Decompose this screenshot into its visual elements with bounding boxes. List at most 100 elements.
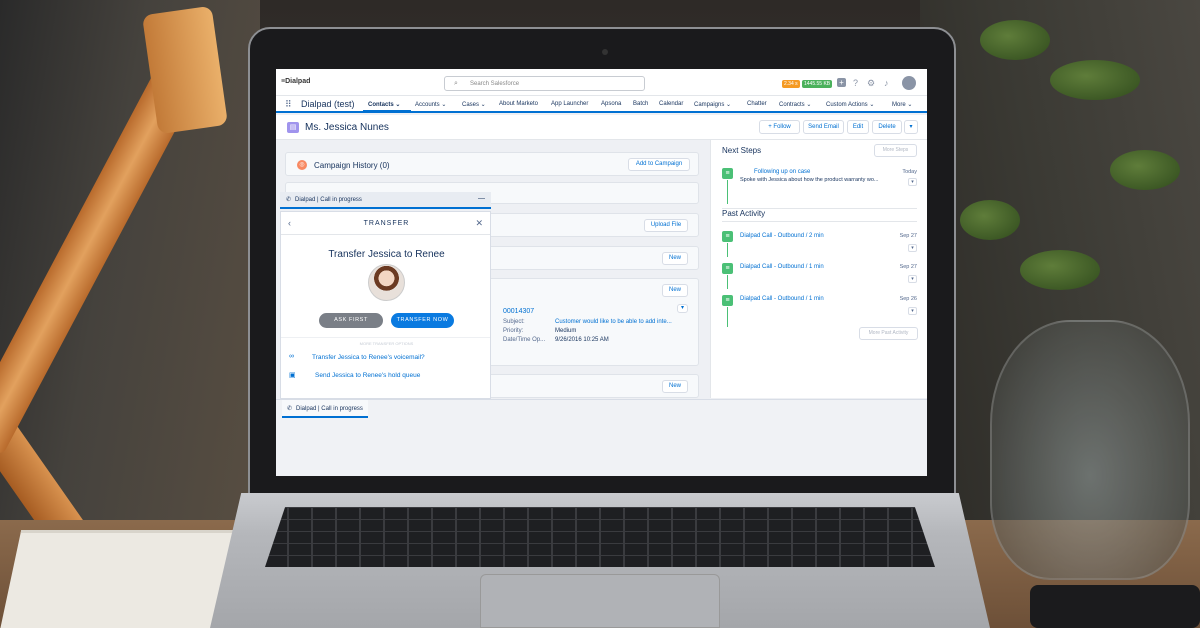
hold-queue-icon: ▣ (289, 372, 296, 379)
global-header: ≡Dialpad ⌕ Search Salesforce 2.34 s 1445… (276, 69, 927, 96)
ask-first-button[interactable]: ASK FIRST (319, 313, 383, 328)
plant-leaf (960, 200, 1020, 240)
expand-toggle[interactable]: ▾ (908, 307, 917, 315)
voicemail-icon: ∞ (289, 353, 294, 360)
date-value: 9/26/2016 10:25 AM (555, 337, 609, 343)
subject-label: Subject: (503, 319, 525, 325)
upload-file-button[interactable]: Upload File (644, 219, 688, 232)
divider (281, 337, 490, 338)
hold-queue-option[interactable]: Send Jessica to Renee's hold queue (315, 372, 420, 379)
tab-campaigns[interactable]: Campaigns ⌄ (694, 101, 731, 108)
expand-toggle[interactable]: ▾ (908, 244, 917, 252)
page-size-badge: 1445.55 KB (802, 80, 833, 88)
transfer-heading: Transfer Jessica to Renee (328, 249, 445, 260)
campaign-history-card: ◎ Campaign History (0) Add to Campaign (285, 152, 699, 176)
record-header: ▤ Ms. Jessica Nunes + Follow Send Email … (276, 115, 927, 140)
load-time-badge: 2.34 s (782, 80, 800, 88)
dialpad-logo: ≡Dialpad (281, 78, 311, 85)
tab-contracts[interactable]: Contracts ⌄ (779, 101, 811, 108)
search-placeholder: Search Salesforce (470, 81, 520, 87)
row-menu-button[interactable]: ▾ (677, 304, 688, 313)
expand-toggle[interactable]: ▾ (908, 178, 917, 186)
priority-label: Priority: (503, 328, 524, 334)
page-title: Ms. Jessica Nunes (305, 122, 389, 133)
delete-button[interactable]: Delete (872, 120, 902, 134)
send-email-button[interactable]: Send Email (803, 120, 844, 134)
app-name: Dialpad (test) (301, 99, 355, 109)
add-icon[interactable]: + (837, 78, 846, 87)
active-tab-indicator (363, 110, 411, 113)
bell-icon[interactable]: ♪ (884, 78, 889, 88)
add-to-campaign-button[interactable]: Add to Campaign (628, 158, 690, 171)
tab-chatter[interactable]: Chatter (747, 101, 767, 107)
transfer-now-button[interactable]: TRANSFER NOW (391, 313, 454, 328)
contact-photo (368, 264, 405, 301)
plant-leaf (1020, 250, 1100, 290)
task-icon: ≡ (722, 168, 733, 179)
camera (602, 49, 608, 55)
call-log-icon: ≡ (722, 231, 733, 242)
more-options-label: MORE TRANSFER OPTIONS (359, 341, 414, 346)
campaign-icon: ◎ (297, 160, 307, 170)
activity-date: Sep 27 (899, 233, 917, 239)
tab-custom-actions[interactable]: Custom Actions ⌄ (826, 101, 874, 108)
dialpad-transfer-panel: ‹ TRANSFER ✕ Transfer Jessica to Renee A… (280, 211, 491, 399)
next-step-link[interactable]: Following up on case (754, 169, 810, 175)
plant-leaf (980, 20, 1050, 60)
dialpad-utility-tab[interactable]: ✆ Dialpad | Call in progress (282, 400, 368, 418)
timeline-line (727, 307, 728, 327)
new-button[interactable]: New (662, 252, 688, 265)
more-steps-button[interactable]: More Steps (874, 144, 917, 157)
timeline-line (727, 180, 728, 204)
search-input[interactable]: ⌕ Search Salesforce (444, 76, 645, 91)
timeline-line (727, 243, 728, 257)
gear-icon[interactable]: ⚙ (867, 78, 875, 89)
avatar[interactable] (902, 76, 916, 90)
tab-app-launcher[interactable]: App Launcher (551, 101, 588, 107)
activity-date: Sep 26 (899, 296, 917, 302)
tab-about-marketo[interactable]: About Marketo (499, 101, 538, 107)
call-log-icon: ≡ (722, 263, 733, 274)
activity-link[interactable]: Dialpad Call - Outbound / 1 min (740, 296, 824, 302)
keyboard (265, 507, 935, 567)
case-number-link[interactable]: 00014307 (503, 308, 534, 315)
dialpad-status: Dialpad | Call in progress (295, 197, 362, 203)
expand-toggle[interactable]: ▾ (908, 275, 917, 283)
tab-cases[interactable]: Cases ⌄ (462, 101, 486, 108)
divider (281, 234, 490, 235)
tab-apsona[interactable]: Apsona (601, 101, 621, 107)
plant-leaf (1050, 60, 1140, 100)
search-icon: ⌕ (454, 80, 458, 87)
tab-batch[interactable]: Batch (633, 101, 648, 107)
tab-more[interactable]: More ⌄ (892, 101, 912, 108)
activity-panel: Next Steps More Steps ≡ Following up on … (710, 140, 927, 398)
new-button[interactable]: New (662, 380, 688, 393)
next-step-date: Today (902, 169, 917, 175)
date-label: Date/Time Op... (503, 337, 546, 343)
past-activity-heading: Past Activity (722, 209, 766, 218)
new-button[interactable]: New (662, 284, 688, 297)
activity-link[interactable]: Dialpad Call - Outbound / 2 min (740, 233, 824, 239)
salesforce-screen: ≡Dialpad ⌕ Search Salesforce 2.34 s 1445… (276, 69, 927, 476)
close-icon[interactable]: ✕ (475, 218, 483, 229)
tab-contacts[interactable]: Contacts ⌄ (368, 101, 400, 108)
tab-accounts[interactable]: Accounts ⌄ (415, 101, 446, 108)
more-actions-button[interactable]: ▾ (904, 120, 918, 134)
tab-calendar[interactable]: Calendar (659, 101, 683, 107)
campaign-history-title: Campaign History (0) (314, 161, 390, 170)
activity-link[interactable]: Dialpad Call - Outbound / 1 min (740, 264, 824, 270)
voicemail-option[interactable]: Transfer Jessica to Renee's voicemail? (312, 354, 425, 361)
app-nav: ⠿ Dialpad (test) Contacts ⌄ Accounts ⌄ C… (276, 96, 927, 113)
dialpad-header[interactable]: ✆ Dialpad | Call in progress — (280, 192, 491, 209)
follow-button[interactable]: + Follow (759, 120, 800, 134)
next-step-description: Spoke with Jessica about how the product… (740, 177, 879, 183)
more-past-activity-button[interactable]: More Past Activity (859, 327, 918, 340)
phone (1030, 585, 1200, 628)
minimize-button[interactable]: — (478, 195, 485, 202)
help-icon[interactable]: ? (853, 78, 858, 88)
timeline-line (727, 275, 728, 289)
subject-value[interactable]: Customer would like to be able to add in… (555, 319, 672, 325)
phone-icon: ✆ (286, 197, 292, 203)
edit-button[interactable]: Edit (847, 120, 869, 134)
app-launcher-icon[interactable]: ⠿ (285, 100, 292, 109)
